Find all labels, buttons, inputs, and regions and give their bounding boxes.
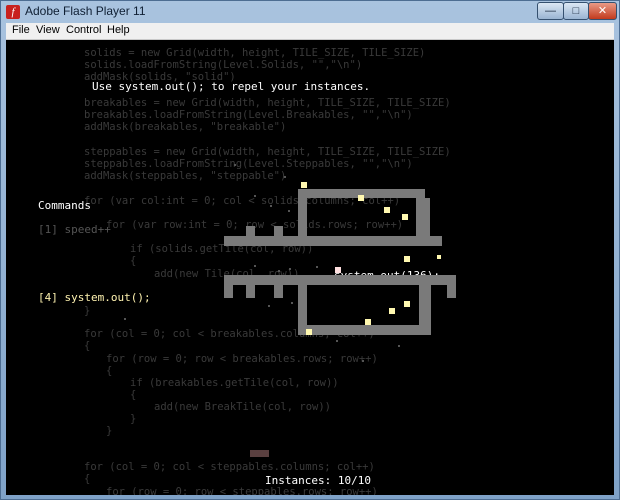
commands-title: Commands [38, 199, 91, 212]
command-speed[interactable]: [1] speed++ [38, 223, 111, 236]
title-bar[interactable]: f Adobe Flash Player 11 — □ ✕ [1, 1, 619, 23]
instance-particle [402, 214, 408, 220]
debris-dot [291, 302, 293, 304]
debris-dot [270, 205, 272, 207]
menu-control[interactable]: Control [66, 24, 101, 36]
debris-dot [336, 340, 338, 342]
code-line: solids.loadFromString(Level.Solids, "","… [84, 59, 363, 71]
minimize-button[interactable]: — [537, 2, 564, 20]
debris-dot [284, 176, 286, 178]
platform-tooth [274, 285, 283, 298]
code-line: { [130, 255, 137, 267]
code-line: { [130, 389, 137, 401]
debris-dot [254, 265, 256, 267]
code-line: steppables.loadFromString(Level.Steppabl… [84, 158, 413, 170]
code-line: } [130, 413, 137, 425]
code-line: for (col = 0; col < steppables.columns; … [84, 461, 375, 473]
platform-wall [416, 198, 430, 236]
small-block-marker [250, 450, 269, 457]
window-title: Adobe Flash Player 11 [25, 4, 146, 18]
platform-wall [298, 189, 307, 236]
instance-particle [306, 329, 312, 335]
instance-particle [358, 195, 364, 201]
code-line: addMask(steppables, "steppable") [84, 170, 287, 182]
code-line: } [84, 305, 91, 317]
code-line: if (breakables.getTile(col, row)) [130, 377, 339, 389]
code-line: breakables = new Grid(width, height, TIL… [84, 97, 451, 109]
platform-bump [246, 226, 255, 236]
close-button[interactable]: ✕ [588, 2, 617, 20]
background-code: solids = new Grid(width, height, TILE_SI… [6, 40, 614, 495]
code-line: steppables = new Grid(width, height, TIL… [84, 146, 451, 158]
code-line: breakables.loadFromString(Level.Breakabl… [84, 109, 413, 121]
instance-particle [301, 182, 307, 188]
game-stage[interactable]: solids = new Grid(width, height, TILE_SI… [6, 40, 614, 495]
debris-dot [124, 318, 126, 320]
instance-particle [437, 255, 441, 259]
instance-particle [335, 267, 341, 273]
code-line: { [84, 473, 91, 485]
code-line: { [84, 340, 91, 352]
instance-particle [365, 319, 371, 325]
debris-dot [278, 270, 280, 272]
debris-dot [316, 266, 318, 268]
menu-bar: File View Control Help [6, 23, 614, 40]
instance-particle [384, 207, 390, 213]
debris-dot [362, 360, 364, 362]
platform-tooth [447, 285, 456, 298]
code-line: for (row = 0; row < steppables.rows; row… [106, 486, 378, 495]
platform-bottom [298, 325, 431, 335]
debris-dot [288, 210, 290, 212]
code-line: { [106, 365, 113, 377]
menu-help[interactable]: Help [107, 24, 130, 36]
platform-tooth [224, 285, 233, 298]
platform-tooth [246, 285, 255, 298]
platform-ledge [224, 236, 442, 246]
code-line: addMask(breakables, "breakable") [84, 121, 287, 133]
debris-dot [254, 195, 256, 197]
flash-player-window: f Adobe Flash Player 11 — □ ✕ File View … [0, 0, 620, 500]
instance-particle [389, 308, 395, 314]
code-line: add(new BreakTile(col, row)) [154, 401, 332, 413]
platform-bump [274, 226, 283, 236]
maximize-button[interactable]: □ [563, 2, 589, 20]
flash-icon: f [6, 5, 20, 19]
code-line: for (row = 0; row < breakables.rows; row… [106, 353, 378, 365]
menu-file[interactable]: File [12, 24, 30, 36]
code-line: solids = new Grid(width, height, TILE_SI… [84, 47, 426, 59]
instance-particle [404, 256, 410, 262]
instance-particle [404, 301, 410, 307]
debris-dot [289, 268, 291, 270]
hint-text: Use system.out(); to repel your instance… [92, 80, 371, 93]
menu-view[interactable]: View [36, 24, 60, 36]
debris-dot [234, 164, 236, 166]
platform-ledge [224, 275, 456, 285]
instances-counter: Instances: 10/10 [265, 474, 371, 487]
debris-dot [398, 345, 400, 347]
code-line: } [106, 425, 113, 437]
debris-dot [268, 305, 270, 307]
command-system-out[interactable]: [4] system.out(); [38, 291, 151, 304]
